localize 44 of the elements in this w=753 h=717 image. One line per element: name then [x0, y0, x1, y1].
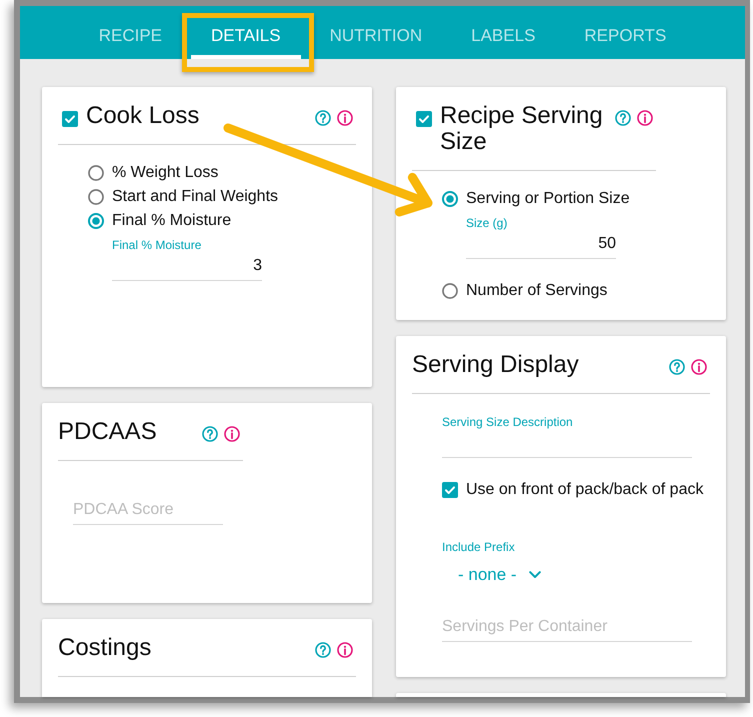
- card-title: PDCAAS: [58, 419, 158, 445]
- field-label: Final % Moisture: [112, 238, 202, 252]
- card-title: Cook Loss: [86, 103, 200, 129]
- input-field[interactable]: Servings Per Container: [442, 613, 692, 642]
- tab[interactable]: NUTRITION: [310, 6, 442, 59]
- radio-button[interactable]: [88, 213, 104, 229]
- radio-button[interactable]: [442, 191, 458, 207]
- input-field[interactable]: 50: [466, 230, 616, 259]
- radio-button[interactable]: [88, 165, 104, 181]
- field-label: Size (g): [466, 216, 508, 230]
- option-label: Final % Moisture: [112, 211, 232, 231]
- checkbox[interactable]: [442, 482, 458, 498]
- radio-button[interactable]: [442, 283, 458, 299]
- help-icon[interactable]: [615, 110, 631, 126]
- tab[interactable]: RECIPE: [78, 6, 182, 59]
- card-title: Costings: [58, 635, 152, 661]
- tab[interactable]: REPORTS: [564, 6, 686, 59]
- card-title: Recipe Serving Size: [440, 103, 604, 155]
- option-label: Number of Servings: [466, 281, 608, 301]
- option-label: Start and Final Weights: [112, 187, 278, 207]
- help-icon[interactable]: [315, 110, 331, 126]
- radio-button[interactable]: [88, 189, 104, 205]
- tab[interactable]: DETAILS: [191, 6, 301, 59]
- card-title: Serving Display: [412, 352, 580, 378]
- help-icon[interactable]: [202, 426, 218, 442]
- input-field[interactable]: PDCAA Score: [73, 496, 223, 525]
- input-field[interactable]: 3: [112, 252, 262, 281]
- option-label: Serving or Portion Size: [466, 189, 630, 209]
- chevron-down-icon: [528, 571, 541, 579]
- tab[interactable]: LABELS: [451, 6, 556, 59]
- info-icon[interactable]: [637, 110, 653, 126]
- help-icon[interactable]: [315, 642, 331, 658]
- info-icon[interactable]: [691, 359, 707, 375]
- checkbox[interactable]: [62, 111, 78, 127]
- checkbox-label: Use on front of pack/back of pack: [466, 480, 704, 500]
- field-label: Serving Size Description: [442, 415, 573, 429]
- field-label: Include Prefix: [442, 540, 515, 554]
- info-icon[interactable]: [224, 426, 240, 442]
- info-icon[interactable]: [337, 110, 353, 126]
- info-icon[interactable]: [337, 642, 353, 658]
- help-icon[interactable]: [669, 359, 685, 375]
- checkbox[interactable]: [416, 111, 432, 127]
- dropdown-select[interactable]: - none -: [458, 563, 541, 587]
- option-label: % Weight Loss: [112, 163, 218, 183]
